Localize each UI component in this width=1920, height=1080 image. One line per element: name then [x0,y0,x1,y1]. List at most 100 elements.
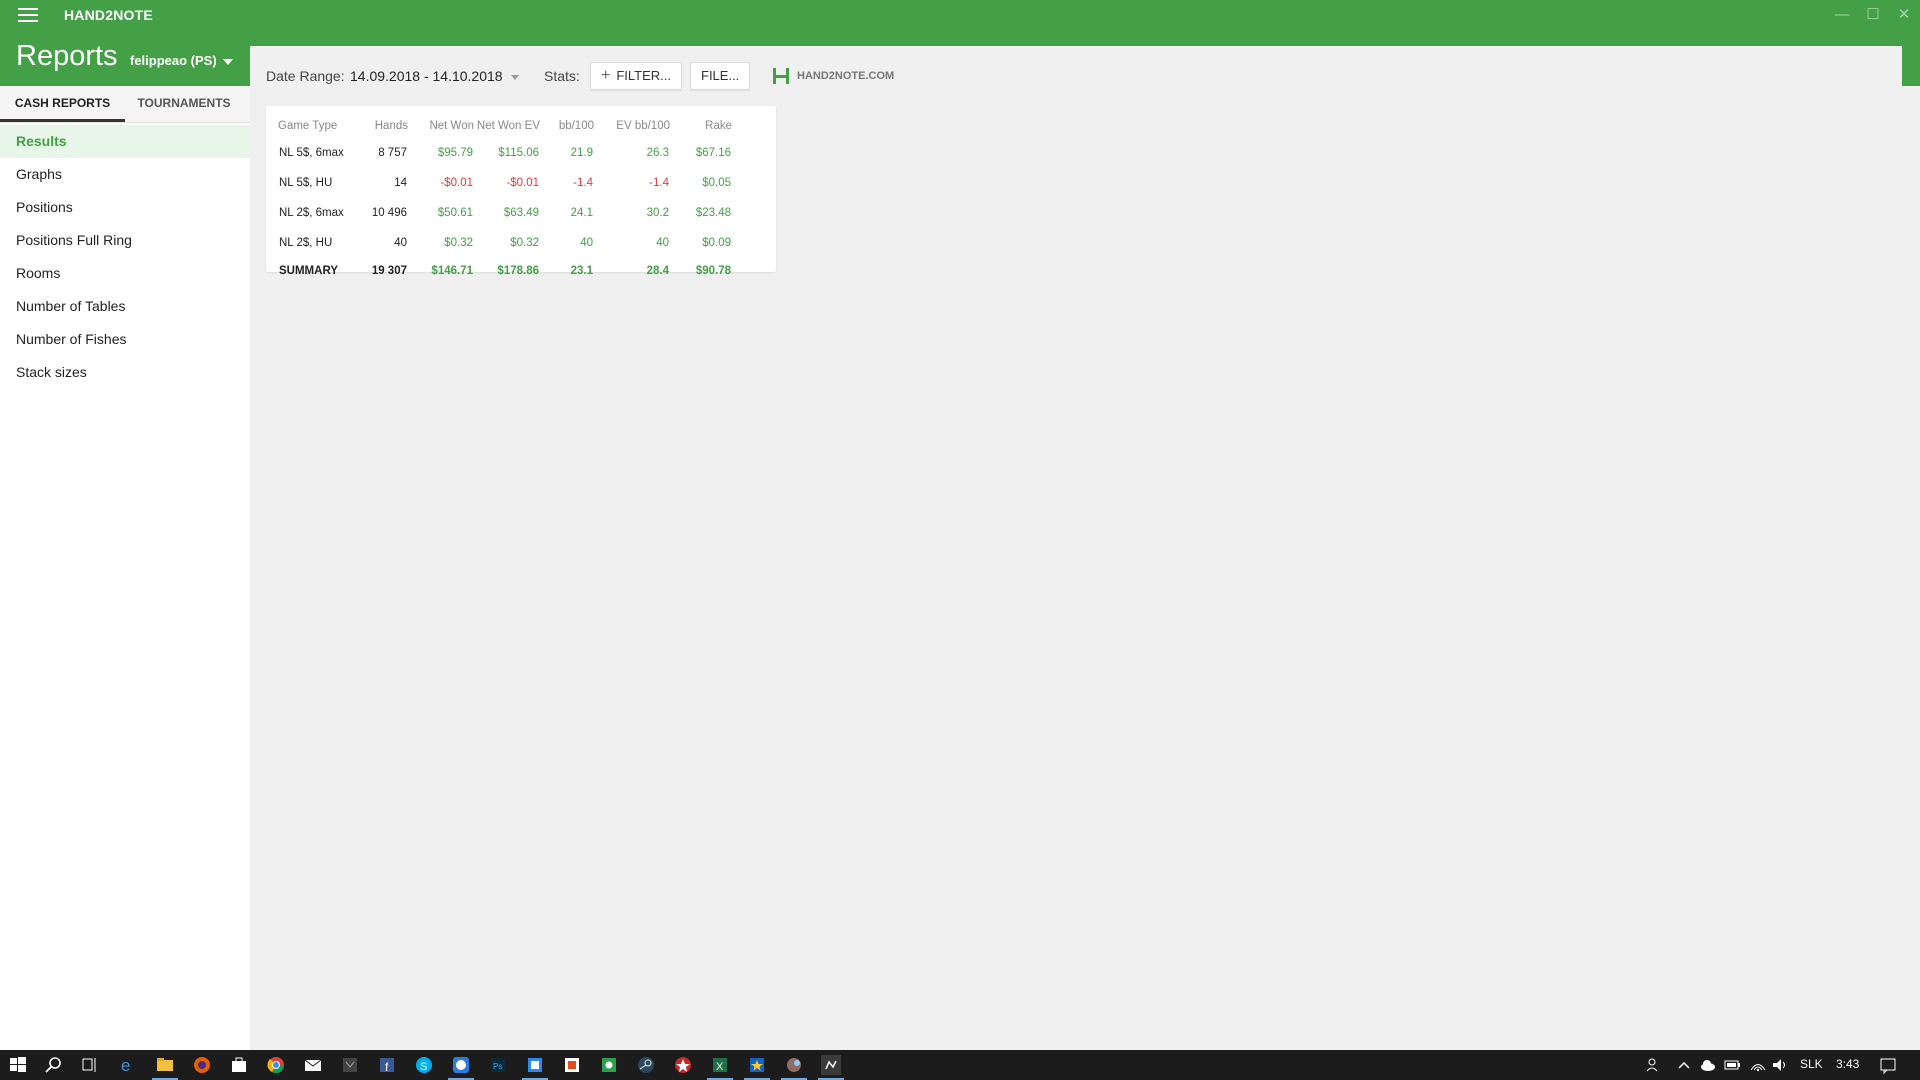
sidebar-nav: Results Graphs Positions Positions Full … [0,123,250,389]
column-header[interactable]: Rake [670,114,732,138]
hamburger-menu-icon[interactable] [18,8,38,22]
cell-rake: $90.78 [695,265,731,277]
stats-label: Stats: [544,68,580,84]
task-view-icon[interactable] [80,1055,100,1075]
calendar-app-icon[interactable] [525,1055,545,1075]
sidebar-item-graphs[interactable]: Graphs [0,158,250,191]
summary-row: SUMMARY 19 307 $146.71 $178.86 23.1 28.4… [278,258,732,284]
star-app-icon[interactable] [747,1055,767,1075]
cell-game-type: NL 5$, HU [279,177,333,189]
cell-net-won-ev: $63.49 [503,207,539,219]
cell-ev-bb100: -1.4 [649,177,669,189]
date-range-label: Date Range: [266,68,345,84]
pokerstars-icon[interactable] [673,1055,693,1075]
svg-text:Ps: Ps [493,1062,502,1071]
sidebar-item-number-of-tables[interactable]: Number of Tables [0,290,250,323]
maximize-icon[interactable]: ☐ [1864,6,1882,24]
date-range-select[interactable]: 14.09.2018 - 14.10.2018 [350,68,519,84]
green-app-icon[interactable] [599,1055,619,1075]
sidebar-item-number-of-fishes[interactable]: Number of Fishes [0,323,250,356]
game-app-icon[interactable] [784,1055,804,1075]
table-header-row: Game Type Hands Net Won Net Won EV bb/10… [278,114,732,138]
cell-rake: $23.48 [695,207,731,219]
cell-ev-bb100: 30.2 [646,207,669,219]
wifi-icon[interactable] [1748,1055,1768,1075]
cell-net-won-ev: $178.86 [497,265,539,277]
firefox-icon[interactable] [192,1055,212,1075]
cell-net-won-ev: $115.06 [498,147,539,159]
chrome-icon[interactable] [266,1055,286,1075]
title-bar: HAND2NOTE — ☐ ✕ [0,0,1920,30]
minimize-icon[interactable]: — [1833,6,1851,24]
column-header[interactable]: EV bb/100 [594,114,670,138]
cell-hands: 14 [394,177,407,189]
sidebar: CASH REPORTS TOURNAMENTS Results Graphs … [0,86,250,1050]
volume-icon[interactable] [1770,1055,1790,1075]
cell-net-won: $50.61 [437,207,473,219]
skype-icon[interactable]: S [414,1055,434,1075]
cell-bb100: -1.4 [573,177,593,189]
store-icon[interactable] [229,1055,249,1075]
clock[interactable]: 3:43 [1836,1057,1859,1071]
cell-ev-bb100: 40 [656,237,669,249]
excel-icon[interactable]: X [710,1055,730,1075]
table-row[interactable]: NL 2$, HU 40 $0.32 $0.32 40 40 $0.09 [278,228,732,258]
tab-cash-reports[interactable]: CASH REPORTS [0,86,125,122]
people-icon[interactable] [1644,1055,1664,1075]
windows-start-icon[interactable] [8,1055,28,1075]
player-name: felippeao (PS) [130,53,217,68]
table-row[interactable]: NL 2$, 6max 10 496 $50.61 $63.49 24.1 30… [278,198,732,228]
player-selector[interactable]: felippeao (PS) [130,53,233,68]
steam-icon[interactable] [636,1055,656,1075]
sidebar-item-stack-sizes[interactable]: Stack sizes [0,356,250,389]
cell-game-type: NL 2$, HU [279,237,333,249]
brand-logo[interactable]: HAND2NOTE.COM [771,66,894,88]
tab-tournaments[interactable]: TOURNAMENTS [125,86,243,122]
column-header[interactable]: Hands [360,114,408,138]
column-header[interactable]: bb/100 [540,114,594,138]
reports-header: Reports felippeao (PS) [0,30,250,86]
filter-button[interactable]: + FILTER... [590,62,682,90]
report-tabs: CASH REPORTS TOURNAMENTS [0,86,250,123]
cell-rake: $0.05 [702,177,731,189]
cell-hands: 8 757 [378,147,407,159]
cell-net-won-ev: $0.32 [510,237,539,249]
file-explorer-icon[interactable] [155,1055,175,1075]
app-title: HAND2NOTE [64,7,153,23]
sidebar-item-positions-full-ring[interactable]: Positions Full Ring [0,224,250,257]
cell-bb100: 21.9 [570,147,593,159]
column-header[interactable]: Net Won EV [474,114,540,138]
photoshop-icon[interactable]: Ps [488,1055,508,1075]
mail-icon[interactable] [303,1055,323,1075]
facebook-icon[interactable]: f [377,1055,397,1075]
edge-browser-icon[interactable]: e [118,1055,138,1075]
column-header[interactable]: Net Won [408,114,474,138]
cell-rake: $0.09 [702,237,731,249]
notifications-icon[interactable] [1878,1055,1898,1075]
taskbar: e f S Ps X SLK 3:43 [0,1050,1920,1080]
chevron-down-icon [222,58,233,65]
sidebar-item-positions[interactable]: Positions [0,191,250,224]
messenger-icon[interactable] [451,1055,471,1075]
cell-net-won: $95.79 [437,147,473,159]
app-icon-dark[interactable] [340,1055,360,1075]
sidebar-item-rooms[interactable]: Rooms [0,257,250,290]
column-header[interactable]: Game Type [278,114,360,138]
cell-summary-label: SUMMARY [279,265,338,277]
office-icon[interactable] [562,1055,582,1075]
page-title: Reports [16,40,118,72]
onedrive-icon[interactable] [1698,1055,1718,1075]
battery-icon[interactable] [1722,1055,1742,1075]
hand2note-taskbar-icon[interactable] [821,1055,841,1075]
chevron-up-icon[interactable] [1674,1055,1694,1075]
table-row[interactable]: NL 5$, 6max 8 757 $95.79 $115.06 21.9 26… [278,138,732,168]
search-icon[interactable] [44,1055,64,1075]
file-button[interactable]: FILE... [690,62,751,90]
cell-hands: 10 496 [371,207,407,219]
cell-ev-bb100: 26.3 [646,147,669,159]
language-indicator[interactable]: SLK [1800,1057,1823,1071]
table-row[interactable]: NL 5$, HU 14 -$0.01 -$0.01 -1.4 -1.4 $0.… [278,168,732,198]
close-icon[interactable]: ✕ [1895,6,1913,24]
sidebar-item-results[interactable]: Results [0,125,250,158]
brand-text: HAND2NOTE.COM [797,69,895,82]
